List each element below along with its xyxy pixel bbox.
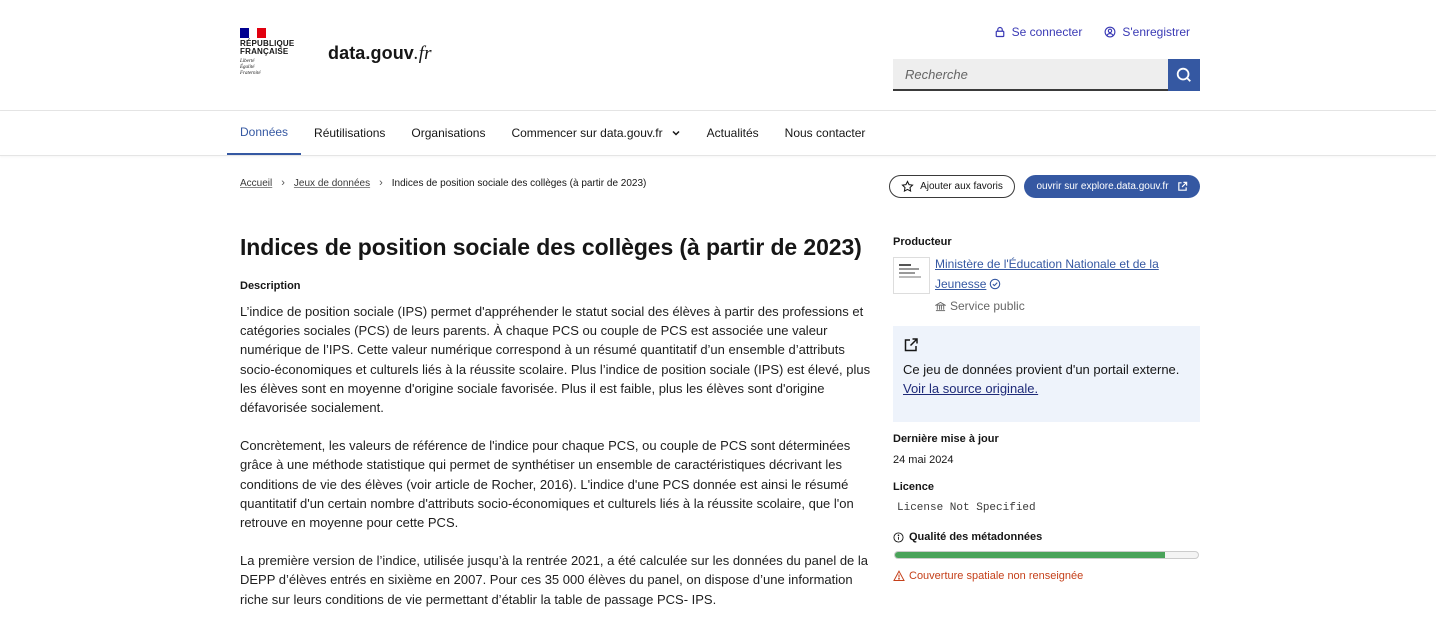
description-body: L’indice de position sociale (IPS) perme…: [240, 302, 875, 624]
breadcrumb: Accueil › Jeux de données › Indices de p…: [240, 177, 646, 189]
metadata-quality-fill: [895, 552, 1165, 558]
login-label: Se connecter: [1011, 25, 1083, 39]
public-building-icon: [935, 301, 946, 311]
breadcrumb-datasets[interactable]: Jeux de données: [294, 178, 370, 189]
producer-type: Service public: [935, 299, 1025, 313]
lock-icon: [995, 26, 1004, 38]
site-name[interactable]: data.gouv.fr: [328, 43, 432, 65]
nav-label: Commencer sur data.gouv.fr: [511, 126, 663, 140]
page-title: Indices de position sociale des collèges…: [240, 234, 862, 260]
description-heading: Description: [240, 280, 301, 292]
nav-label: Données: [240, 125, 289, 139]
login-link[interactable]: Se connecter: [994, 25, 1083, 39]
chevron-down-icon: [672, 130, 680, 136]
producer-name: Ministère de l'Éducation Nationale et de…: [935, 257, 1159, 291]
nav-label: Actualités: [706, 126, 759, 140]
last-update-heading: Dernière mise à jour: [893, 433, 999, 445]
external-source-text: Ce jeu de données provient d'un portail …: [903, 362, 1180, 377]
republique-francaise-logo[interactable]: RÉPUBLIQUE FRANÇAISE Liberté Égalité Frat…: [240, 28, 306, 84]
license-heading: Licence: [893, 481, 934, 493]
breadcrumb-separator-icon: ›: [281, 177, 285, 189]
metadata-quality-bar: [894, 551, 1199, 559]
metadata-quality-heading: Qualité des métadonnées: [893, 531, 1042, 543]
description-paragraph: L’indice de position sociale (IPS) perme…: [240, 304, 871, 416]
original-source-link[interactable]: Voir la source originale.: [903, 381, 1038, 396]
last-update-value: 24 mai 2024: [893, 454, 954, 466]
metadata-warning-label: Couverture spatiale non renseignée: [909, 570, 1084, 582]
nav-label: Organisations: [411, 126, 486, 140]
nav-label: Nous contacter: [784, 126, 866, 140]
nav-item-commencer[interactable]: Commencer sur data.gouv.fr: [498, 111, 693, 155]
search-input[interactable]: [893, 59, 1168, 91]
verified-check-icon: [990, 278, 1001, 289]
nav-item-reutilisations[interactable]: Réutilisations: [301, 111, 398, 155]
site-name-tld: .fr: [413, 43, 432, 64]
open-explore-label: ouvrir sur explore.data.gouv.fr: [1036, 181, 1169, 192]
metadata-quality-label: Qualité des métadonnées: [909, 531, 1043, 543]
register-label: S'enregistrer: [1122, 25, 1190, 39]
breadcrumb-separator-icon: ›: [379, 177, 383, 189]
site-header: RÉPUBLIQUE FRANÇAISE Liberté Égalité Frat…: [0, 0, 1436, 111]
search-icon: [1176, 67, 1191, 82]
producer-logo[interactable]: [893, 257, 930, 294]
producer-heading: Producteur: [893, 236, 952, 248]
star-icon: [901, 180, 914, 193]
nav-item-donnees[interactable]: Données: [227, 111, 302, 155]
description-paragraph: La première version de l’indice, utilisé…: [240, 553, 869, 607]
nav-item-actualites[interactable]: Actualités: [694, 111, 772, 155]
logo-text: RÉPUBLIQUE FRANÇAISE: [240, 39, 295, 56]
add-favorite-label: Ajouter aux favoris: [920, 181, 1003, 192]
nav-item-organisations[interactable]: Organisations: [398, 111, 498, 155]
register-link[interactable]: S'enregistrer: [1104, 25, 1190, 39]
producer-link[interactable]: Ministère de l'Éducation Nationale et de…: [935, 255, 1175, 294]
external-link-icon: [904, 338, 918, 352]
warning-icon: [893, 570, 905, 581]
metadata-warning: Couverture spatiale non renseignée: [893, 570, 1083, 582]
main-navigation: Données Réutilisations Organisations Com…: [0, 111, 1436, 156]
add-favorite-button[interactable]: Ajouter aux favoris: [889, 175, 1015, 198]
nav-label: Réutilisations: [314, 126, 386, 140]
external-source-notice: Ce jeu de données provient d'un portail …: [893, 326, 1200, 422]
site-name-main: data.gouv: [328, 43, 414, 63]
breadcrumb-current: Indices de position sociale des collèges…: [391, 177, 647, 189]
account-links: Se connecter S'enregistrer: [994, 25, 1190, 39]
breadcrumb-home[interactable]: Accueil: [240, 178, 272, 189]
search-button[interactable]: [1168, 59, 1200, 91]
nav-item-contact[interactable]: Nous contacter: [772, 111, 879, 155]
user-circle-icon: [1104, 26, 1116, 38]
flag-icon: [240, 28, 267, 38]
description-paragraph: Concrètement, les valeurs de référence d…: [240, 438, 854, 531]
producer-type-label: Service public: [950, 299, 1025, 313]
license-value: License Not Specified: [897, 502, 1036, 514]
external-link-icon: [1177, 181, 1187, 191]
logo-motto: Liberté Égalité Fraternité: [240, 59, 261, 76]
open-explore-button[interactable]: ouvrir sur explore.data.gouv.fr: [1024, 175, 1200, 198]
search-bar: [893, 59, 1200, 91]
info-icon: [893, 531, 904, 543]
